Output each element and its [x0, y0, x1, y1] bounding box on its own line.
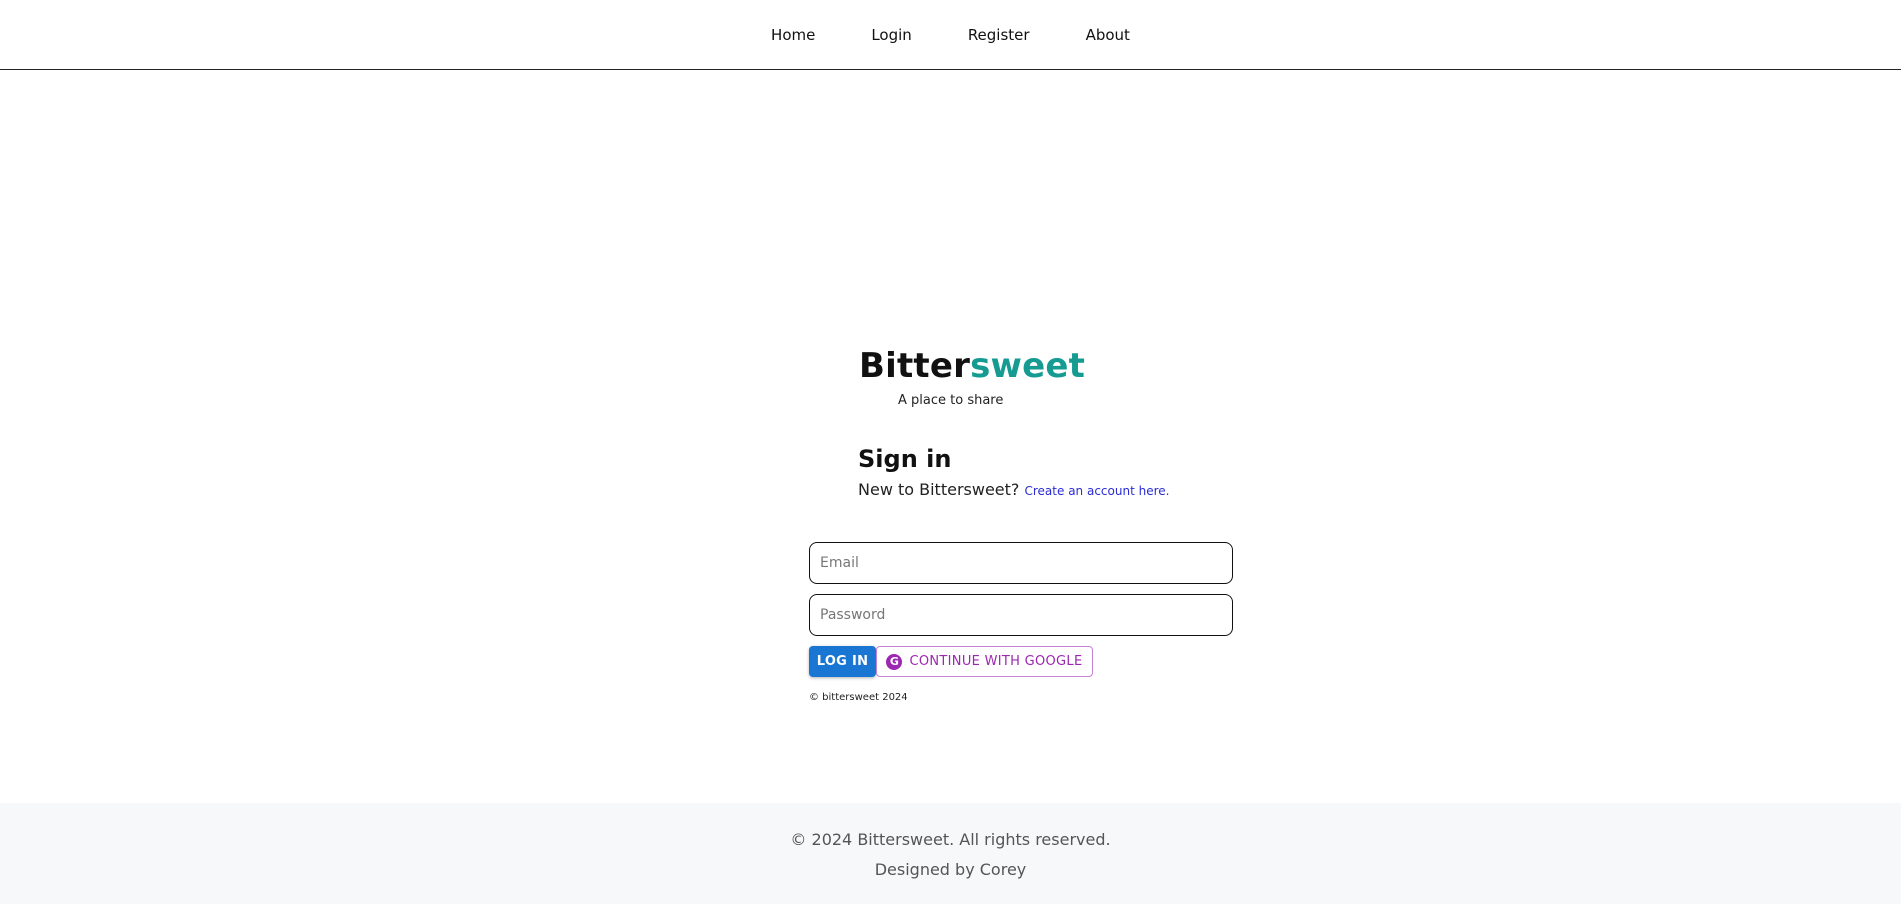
nav-register-link[interactable]: Register	[968, 26, 1030, 44]
page-footer: © 2024 Bittersweet. All rights reserved.…	[0, 803, 1901, 904]
brand-logo: Bittersweet	[859, 346, 1085, 386]
footer-copyright: © 2024 Bittersweet. All rights reserved.	[790, 830, 1111, 849]
brand-part-sweet: sweet	[970, 346, 1086, 386]
brand-part-bitter: Bitter	[859, 346, 971, 386]
nav-home-link[interactable]: Home	[771, 26, 815, 44]
password-field[interactable]	[809, 594, 1233, 636]
nav-login-link[interactable]: Login	[871, 26, 911, 44]
footer-credit: Designed by Corey	[874, 860, 1027, 879]
google-button-label: CONTINUE WITH GOOGLE	[909, 654, 1083, 669]
brand-tagline: A place to share	[898, 393, 1004, 408]
signin-title: Sign in	[858, 445, 952, 473]
signup-prompt-text: New to Bittersweet?	[858, 480, 1020, 499]
create-account-link[interactable]: Create an account here.	[1025, 484, 1170, 498]
signup-prompt: New to Bittersweet? Create an account he…	[858, 480, 1169, 499]
nav-about-link[interactable]: About	[1086, 26, 1130, 44]
login-button[interactable]: LOG IN	[809, 646, 876, 677]
google-icon: G	[886, 653, 903, 670]
top-navigation: Home Login Register About	[0, 0, 1901, 70]
continue-with-google-button[interactable]: G CONTINUE WITH GOOGLE	[876, 646, 1093, 677]
form-copyright: © bittersweet 2024	[809, 692, 908, 703]
email-field[interactable]	[809, 542, 1233, 584]
